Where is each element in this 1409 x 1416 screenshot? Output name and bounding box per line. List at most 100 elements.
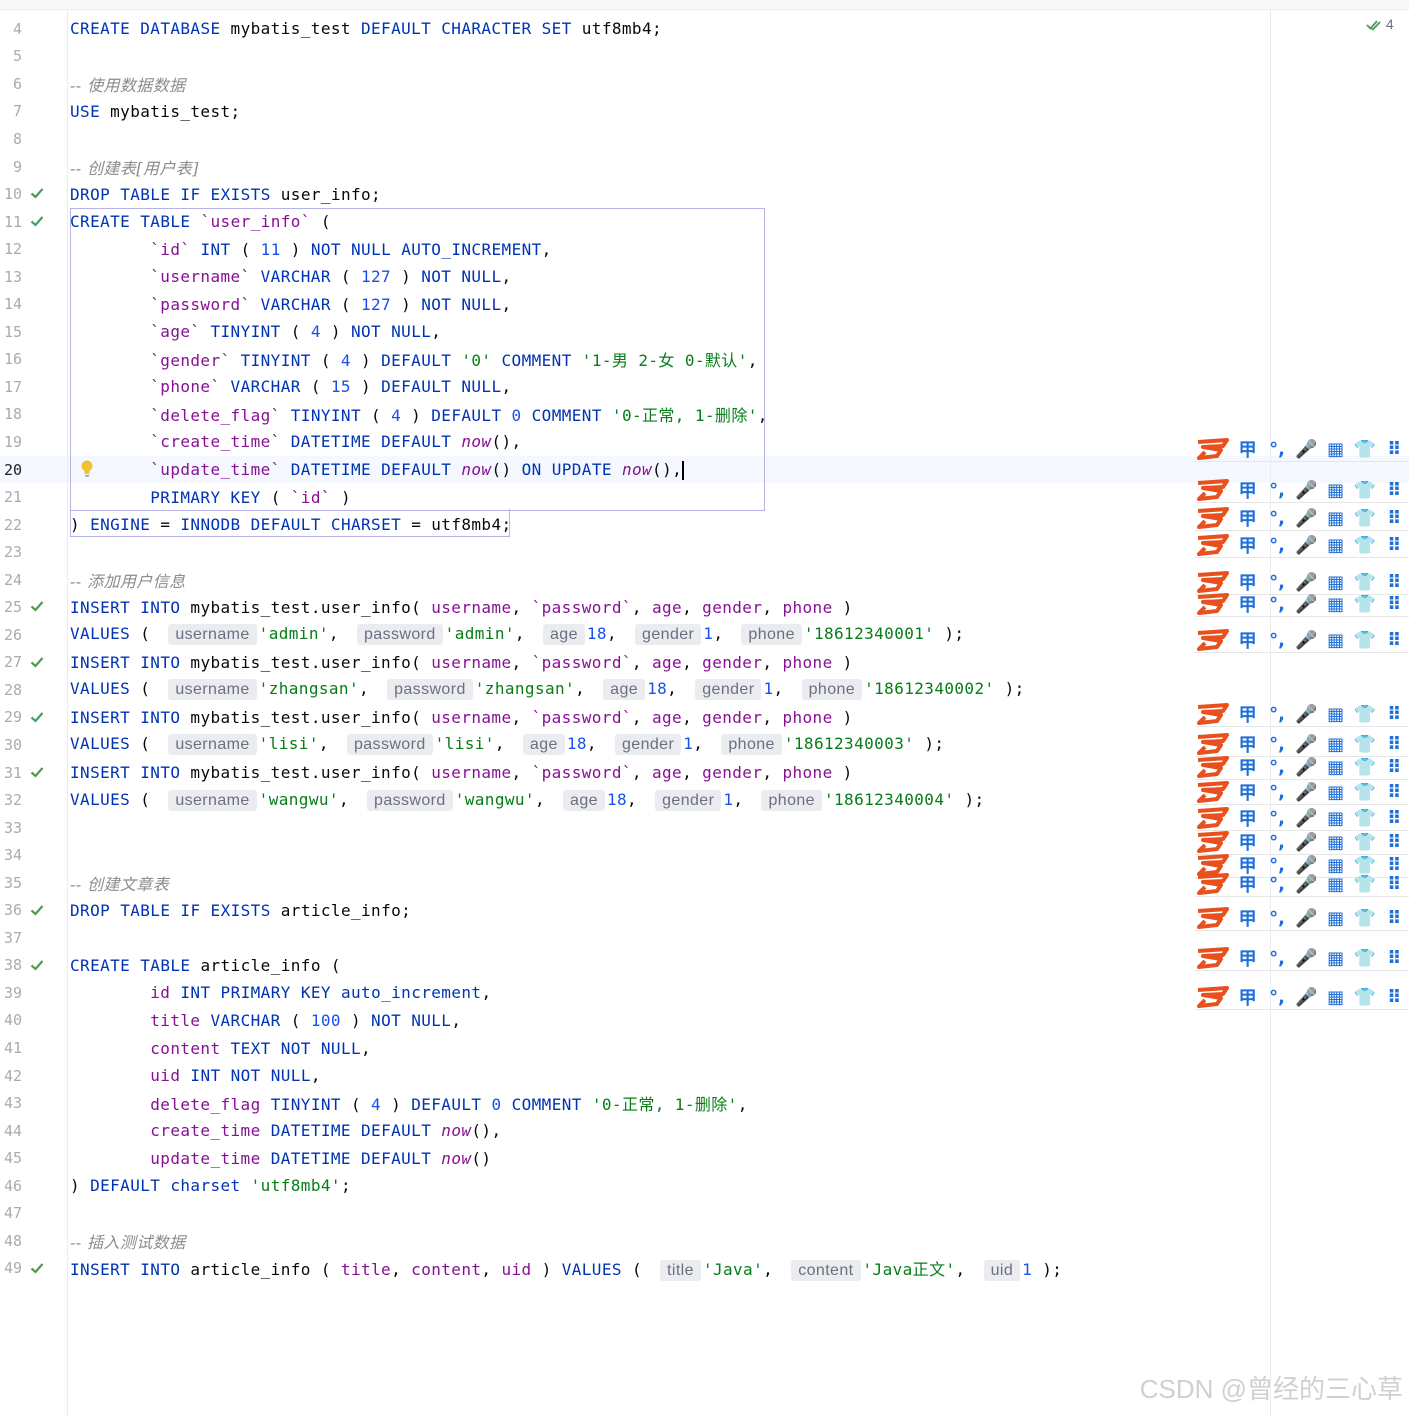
- ime-toolbar-icon: ▦: [1327, 438, 1345, 460]
- code-line[interactable]: 41 content TEXT NOT NULL,: [0, 1034, 1409, 1062]
- executed-check-icon[interactable]: [29, 957, 45, 973]
- executed-check-icon[interactable]: [29, 654, 45, 670]
- code-line[interactable]: 4 CREATE DATABASE mybatis_test DEFAULT CH…: [0, 15, 1409, 43]
- code-text[interactable]: VALUES ( username'admin', password'admin…: [70, 624, 964, 646]
- code-line[interactable]: 48 -- 插入测试数据: [0, 1227, 1409, 1255]
- code-text[interactable]: uid INT NOT NULL,: [70, 1066, 321, 1085]
- code-text[interactable]: `update_time` DATETIME DEFAULT now() ON …: [70, 460, 685, 480]
- line-number: 35: [3, 873, 22, 892]
- ime-toolbar-icon: 🎤: [1295, 534, 1318, 556]
- code-text[interactable]: CREATE TABLE article_info (: [70, 956, 341, 975]
- code-text[interactable]: VALUES ( username'lisi', password'lisi',…: [70, 734, 944, 756]
- code-text[interactable]: title VARCHAR ( 100 ) NOT NULL,: [70, 1011, 461, 1030]
- code-text[interactable]: `id` INT ( 11 ) NOT NULL AUTO_INCREMENT,: [70, 240, 552, 259]
- ime-toolbar-icon: °,: [1269, 907, 1285, 929]
- code-text[interactable]: create_time DATETIME DEFAULT now(),: [70, 1121, 502, 1140]
- code-line[interactable]: 18 `delete_flag` TINYINT ( 4 ) DEFAULT 0…: [0, 401, 1409, 429]
- code-text[interactable]: content TEXT NOT NULL,: [70, 1039, 371, 1058]
- code-line[interactable]: 46) DEFAULT charset 'utf8mb4';: [0, 1172, 1409, 1200]
- code-text[interactable]: INSERT INTO mybatis_test.user_info( user…: [70, 763, 853, 782]
- code-text[interactable]: INSERT INTO mybatis_test.user_info( user…: [70, 653, 853, 672]
- param-hint: age: [603, 679, 646, 701]
- executed-check-icon[interactable]: [29, 1260, 45, 1276]
- code-text[interactable]: -- 创建表[用户表]: [70, 155, 199, 179]
- code-text[interactable]: delete_flag TINYINT ( 4 ) DEFAULT 0 COMM…: [70, 1091, 748, 1115]
- code-text[interactable]: DROP TABLE IF EXISTS article_info;: [70, 901, 411, 920]
- code-text[interactable]: CREATE TABLE `user_info` (: [70, 212, 331, 231]
- code-text[interactable]: ) ENGINE = INNODB DEFAULT CHARSET = utf8…: [70, 515, 512, 534]
- executed-check-icon[interactable]: [29, 764, 45, 780]
- code-line[interactable]: 13 `username` VARCHAR ( 127 ) NOT NULL,: [0, 263, 1409, 291]
- code-line[interactable]: 40 title VARCHAR ( 100 ) NOT NULL,: [0, 1007, 1409, 1035]
- ime-toolbar-icon: 甲: [1238, 705, 1257, 726]
- code-line[interactable]: 5: [0, 43, 1409, 71]
- ime-toolbar-icon: 👕: [1353, 986, 1377, 1008]
- code-text[interactable]: `password` VARCHAR ( 127 ) NOT NULL,: [70, 295, 512, 314]
- ime-toolbar-icon: ▦: [1327, 571, 1345, 593]
- code-text[interactable]: ) DEFAULT charset 'utf8mb4';: [70, 1176, 351, 1195]
- ime-toolbar-icon: ⠿: [1387, 479, 1402, 501]
- code-line[interactable]: 43 delete_flag TINYINT ( 4 ) DEFAULT 0 C…: [0, 1089, 1409, 1117]
- line-number: 26: [3, 625, 22, 644]
- code-text[interactable]: INSERT INTO article_info ( title, conten…: [70, 1256, 1062, 1281]
- code-text[interactable]: -- 使用数据数据: [70, 72, 186, 96]
- executed-check-icon[interactable]: [29, 598, 45, 614]
- line-number: 38: [3, 956, 22, 975]
- code-line[interactable]: 7 USE mybatis_test;: [0, 98, 1409, 126]
- ime-toolbar-icon: 🎤: [1295, 756, 1318, 778]
- code-line[interactable]: 47: [0, 1200, 1409, 1228]
- code-line[interactable]: 42 uid INT NOT NULL,: [0, 1062, 1409, 1090]
- code-line[interactable]: 14 `password` VARCHAR ( 127 ) NOT NULL,: [0, 290, 1409, 318]
- executed-check-icon[interactable]: [29, 185, 45, 201]
- code-text[interactable]: USE mybatis_test;: [70, 102, 241, 121]
- ime-toolbar-icon: ▦: [1327, 907, 1345, 929]
- code-line[interactable]: 17 `phone` VARCHAR ( 15 ) DEFAULT NULL,: [0, 373, 1409, 401]
- code-text[interactable]: `username` VARCHAR ( 127 ) NOT NULL,: [70, 267, 512, 286]
- ime-toolbar-icon: ▦: [1327, 947, 1345, 969]
- code-text[interactable]: DROP TABLE IF EXISTS user_info;: [70, 185, 381, 204]
- code-line[interactable]: 12 `id` INT ( 11 ) NOT NULL AUTO_INCREME…: [0, 235, 1409, 263]
- code-line[interactable]: 6 -- 使用数据数据: [0, 70, 1409, 98]
- code-line[interactable]: 45 update_time DATETIME DEFAULT now(): [0, 1144, 1409, 1172]
- code-line[interactable]: 28 VALUES ( username'zhangsan', password '…: [0, 676, 1409, 704]
- code-line[interactable]: 11 CREATE TABLE `user_info` (: [0, 208, 1409, 236]
- code-text[interactable]: VALUES ( username'zhangsan', password'zh…: [70, 679, 1025, 701]
- code-text[interactable]: CREATE DATABASE mybatis_test DEFAULT CHA…: [70, 19, 662, 38]
- code-text[interactable]: `gender` TINYINT ( 4 ) DEFAULT '0' COMME…: [70, 347, 758, 371]
- code-text[interactable]: -- 添加用户信息: [70, 568, 186, 592]
- code-text[interactable]: -- 创建文章表: [70, 871, 169, 895]
- line-number: 43: [3, 1094, 22, 1113]
- ime-toolbar-icon: 甲: [1238, 631, 1257, 652]
- param-hint: username: [168, 789, 257, 811]
- code-line[interactable]: 8: [0, 125, 1409, 153]
- code-text[interactable]: PRIMARY KEY ( `id` ): [70, 488, 351, 507]
- ime-logo-icon: [1195, 703, 1233, 725]
- executed-check-icon[interactable]: [29, 213, 45, 229]
- code-text[interactable]: INSERT INTO mybatis_test.user_info( user…: [70, 598, 853, 617]
- code-text[interactable]: `age` TINYINT ( 4 ) NOT NULL,: [70, 322, 441, 341]
- code-line[interactable]: 9 -- 创建表[用户表]: [0, 153, 1409, 181]
- code-text[interactable]: VALUES ( username'wangwu', password'wang…: [70, 789, 985, 811]
- line-number: 24: [3, 570, 22, 589]
- executed-check-icon[interactable]: [29, 902, 45, 918]
- code-text[interactable]: INSERT INTO mybatis_test.user_info( user…: [70, 708, 853, 727]
- ime-toolbar-icon: 🎤: [1295, 986, 1318, 1008]
- code-line[interactable]: 16 `gender` TINYINT ( 4 ) DEFAULT '0' CO…: [0, 346, 1409, 374]
- code-line[interactable]: 15 `age` TINYINT ( 4 ) NOT NULL,: [0, 318, 1409, 346]
- code-text[interactable]: update_time DATETIME DEFAULT now(): [70, 1149, 491, 1168]
- code-line[interactable]: 44 create_time DATETIME DEFAULT now(),: [0, 1117, 1409, 1145]
- ime-toolbar-strip: 甲 °, 🎤 ▦ 👕 ⠿: [1195, 755, 1409, 780]
- code-text[interactable]: `create_time` DATETIME DEFAULT now(),: [70, 432, 522, 451]
- code-line[interactable]: 10 DROP TABLE IF EXISTS user_info;: [0, 180, 1409, 208]
- ime-toolbar-strip: 甲 °, 🎤 ▦ 👕 ⠿: [1195, 830, 1409, 855]
- ime-toolbar-icon: ▦: [1327, 593, 1345, 615]
- executed-check-icon[interactable]: [29, 709, 45, 725]
- ime-toolbar-icon: ⠿: [1387, 571, 1402, 593]
- code-text[interactable]: id INT PRIMARY KEY auto_increment,: [70, 983, 492, 1002]
- ime-toolbar-icon: °,: [1269, 507, 1285, 529]
- code-text[interactable]: `phone` VARCHAR ( 15 ) DEFAULT NULL,: [70, 377, 512, 396]
- code-text[interactable]: -- 插入测试数据: [70, 1229, 186, 1253]
- code-line[interactable]: 49 INSERT INTO article_info ( title, cont…: [0, 1255, 1409, 1283]
- code-text[interactable]: `delete_flag` TINYINT ( 4 ) DEFAULT 0 CO…: [70, 402, 768, 426]
- ime-toolbar-icon: °,: [1269, 438, 1285, 460]
